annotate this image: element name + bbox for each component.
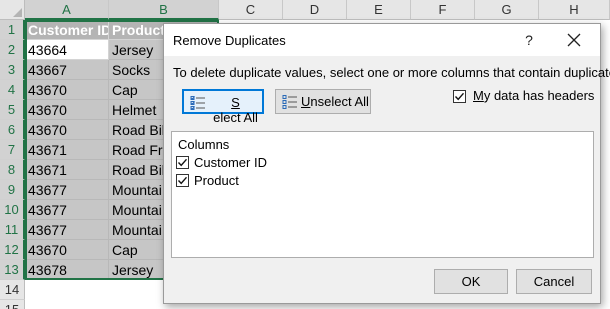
row-header[interactable]: 4 [0,80,25,100]
row-header[interactable]: 13 [0,260,25,280]
cell-a3[interactable]: 43667 [25,60,109,80]
ok-button[interactable]: OK [434,269,508,294]
select-all-icon [190,95,206,114]
my-data-has-headers-checkbox[interactable] [453,90,466,103]
column-header-f[interactable]: F [411,0,475,20]
cell-a12[interactable]: 43670 [25,240,109,260]
unselect-all-label: Unselect All [301,94,369,109]
cell-a13[interactable]: 43678 [25,260,109,280]
row-header[interactable]: 9 [0,180,25,200]
column-header-e[interactable]: E [347,0,411,20]
help-button[interactable]: ? [515,29,543,51]
cell-a10[interactable]: 43677 [25,200,109,220]
row-header[interactable]: 10 [0,200,25,220]
cell-a5[interactable]: 43670 [25,100,109,120]
column-header-a[interactable]: A [25,0,109,20]
columns-list: Columns Customer ID Product [171,131,594,258]
column-option-label: Product [194,173,239,188]
checkmark-icon [177,158,188,167]
cell-a9[interactable]: 43677 [25,180,109,200]
column-header-g[interactable]: G [475,0,539,20]
cancel-button[interactable]: Cancel [516,269,592,294]
checkmark-icon [454,92,465,101]
unselect-all-icon [282,94,298,113]
remove-duplicates-dialog: Remove Duplicates ? To delete duplicate … [163,23,610,304]
close-button[interactable] [560,29,588,51]
cell-a8[interactable]: 43671 [25,160,109,180]
column-header-b[interactable]: B [109,0,219,20]
select-all-button[interactable]: Select All [182,89,264,125]
cell-a6[interactable]: 43670 [25,120,109,140]
row-header[interactable]: 8 [0,160,25,180]
cell-a2[interactable]: 43664 [25,40,109,60]
my-data-has-headers-label[interactable]: My data has headers [473,88,594,103]
column-header-d[interactable]: D [283,0,347,20]
close-icon [567,33,581,47]
row-header[interactable]: 12 [0,240,25,260]
row-header[interactable]: 5 [0,100,25,120]
dialog-title: Remove Duplicates [173,33,286,48]
row-header[interactable]: 2 [0,40,25,60]
row-header[interactable]: 6 [0,120,25,140]
cell-a11[interactable]: 43677 [25,220,109,240]
cell-a7[interactable]: 43671 [25,140,109,160]
row-header[interactable]: 1 [0,20,25,40]
row-header[interactable]: 14 [0,280,25,300]
product-checkbox[interactable] [176,174,189,187]
columns-title: Columns [178,137,230,152]
dialog-instructions: To delete duplicate values, select one o… [173,65,610,80]
row-header[interactable]: 3 [0,60,25,80]
row-header[interactable]: 11 [0,220,25,240]
dialog-titlebar[interactable]: Remove Duplicates ? [164,24,600,56]
cell-a1[interactable]: Customer ID [25,20,109,40]
column-option-label: Customer ID [194,155,267,170]
checkmark-icon [177,176,188,185]
cell-a4[interactable]: 43670 [25,80,109,100]
row-header[interactable]: 7 [0,140,25,160]
column-header-h[interactable]: H [539,0,610,20]
row-header[interactable]: 15 [0,300,25,309]
unselect-all-button[interactable]: Unselect All [275,89,371,114]
select-all-label: Select All [213,95,258,125]
customer-id-checkbox[interactable] [176,156,189,169]
select-all-corner[interactable] [0,0,25,20]
column-header-c[interactable]: C [219,0,283,20]
